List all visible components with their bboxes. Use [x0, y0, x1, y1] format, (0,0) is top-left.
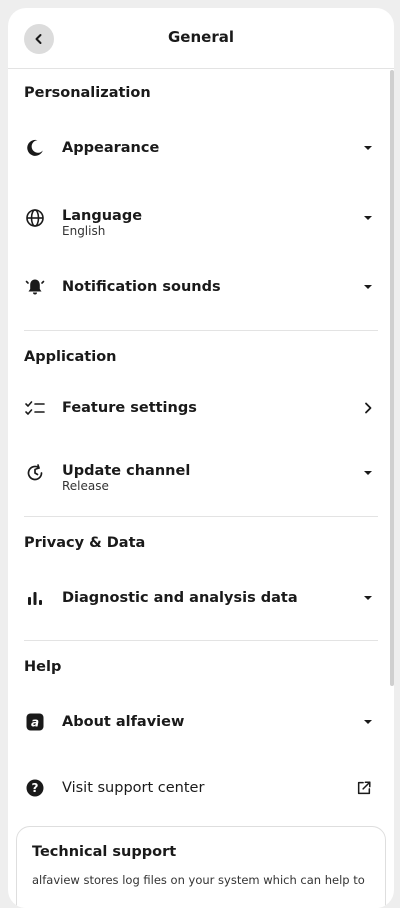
caret-down-icon — [360, 210, 376, 226]
about-row[interactable]: a About alfaview — [8, 697, 388, 747]
section-title-privacy: Privacy & Data — [24, 535, 146, 551]
appearance-label: Appearance — [62, 140, 160, 156]
divider — [24, 516, 378, 517]
alfaview-logo-icon: a — [24, 711, 46, 733]
scrollbar[interactable] — [390, 70, 394, 686]
technical-support-card: Technical support alfaview stores log fi… — [16, 826, 386, 908]
divider — [24, 330, 378, 331]
bell-icon — [24, 276, 46, 298]
update-icon — [24, 462, 46, 484]
moon-icon — [24, 137, 46, 159]
diagnostic-data-row[interactable]: Diagnostic and analysis data — [8, 573, 388, 623]
svg-text:a: a — [31, 716, 39, 730]
feature-settings-row[interactable]: Feature settings — [8, 383, 388, 433]
caret-down-icon — [360, 279, 376, 295]
caret-down-icon — [360, 465, 376, 481]
about-label: About alfaview — [62, 714, 185, 730]
appearance-row[interactable]: Appearance — [8, 123, 388, 173]
chevron-right-icon — [360, 400, 376, 416]
support-center-row[interactable]: ? Visit support center — [8, 763, 388, 813]
caret-down-icon — [360, 590, 376, 606]
update-channel-row[interactable]: Update channel Release — [8, 448, 388, 498]
checklist-icon — [24, 397, 46, 419]
update-channel-label: Update channel — [62, 463, 191, 480]
section-title-help: Help — [24, 659, 62, 675]
divider — [24, 640, 378, 641]
globe-icon — [24, 207, 46, 229]
update-channel-value: Release — [62, 479, 109, 493]
diagnostic-data-label: Diagnostic and analysis data — [62, 590, 298, 606]
notification-sounds-label: Notification sounds — [62, 279, 221, 295]
section-title-personalization: Personalization — [24, 85, 151, 101]
technical-support-title: Technical support — [32, 844, 177, 860]
feature-settings-label: Feature settings — [62, 400, 197, 416]
external-link-icon — [356, 780, 372, 796]
language-label: Language — [62, 208, 143, 225]
settings-panel: General Personalization Appearance Langu… — [8, 8, 394, 908]
language-value: English — [62, 224, 106, 238]
page-title: General — [168, 28, 234, 46]
help-circle-icon: ? — [24, 777, 46, 799]
bar-chart-icon — [24, 587, 46, 609]
svg-text:?: ? — [32, 781, 39, 795]
header: General — [8, 8, 394, 69]
caret-down-icon — [360, 714, 376, 730]
section-title-application: Application — [24, 349, 117, 365]
language-row[interactable]: Language English — [8, 193, 388, 243]
notification-sounds-row[interactable]: Notification sounds — [8, 262, 388, 312]
caret-down-icon — [360, 140, 376, 156]
support-center-label: Visit support center — [62, 780, 205, 796]
